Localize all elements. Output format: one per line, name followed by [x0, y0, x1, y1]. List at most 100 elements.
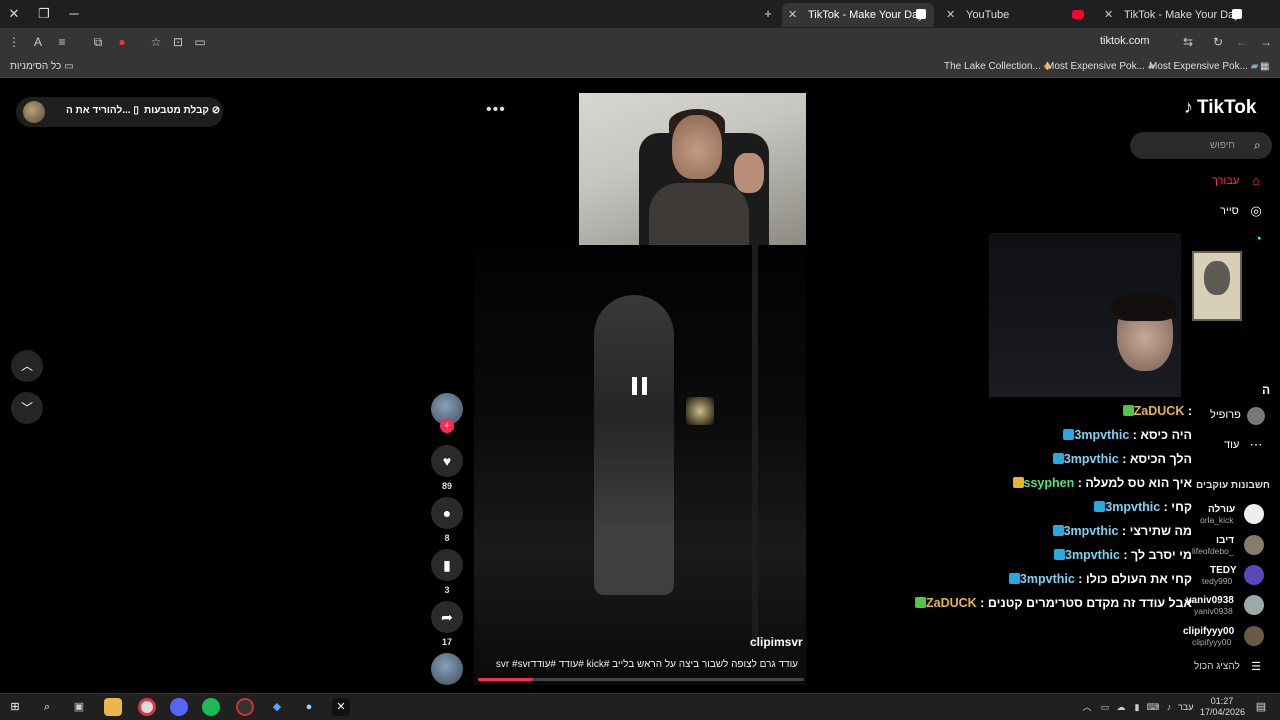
chat-username: ssyphen [1023, 476, 1075, 490]
get-coins-button[interactable]: קבלת מטבעות ⊘ [144, 105, 220, 116]
notifications-icon[interactable]: ▤ [1252, 698, 1270, 716]
bookmark-label: Most Expensive Pok... [1149, 61, 1248, 72]
logo-text: TikTok [1197, 97, 1257, 118]
tiktok-logo[interactable]: ♪ TikTok [1184, 97, 1256, 119]
extensions-icon[interactable]: ⧉ [90, 34, 106, 50]
like-button[interactable]: ♥ [431, 445, 463, 477]
comment-icon: ● [442, 505, 452, 521]
task-view-icon[interactable]: ▣ [70, 698, 88, 716]
share-button[interactable]: ➦ [431, 601, 463, 633]
bookmark-pokemon-2[interactable]: Most Expensive Pok... ▰ [1149, 61, 1258, 72]
close-tab-icon[interactable]: ✕ [1104, 3, 1113, 27]
forward-icon[interactable]: ← [1234, 34, 1250, 50]
chat-username: 3mpvthic [1063, 524, 1119, 538]
chat-text: איך הוא טס למעלה [1085, 476, 1192, 490]
steam-icon[interactable]: ● [300, 698, 318, 716]
bookmark-star-icon[interactable]: ☆ [148, 34, 164, 50]
video-caption: עודד גרם לצופה לשבור ביצה על הראש בלייב … [495, 659, 798, 670]
bookmark-lake-collection[interactable]: The Lake Collection... ◆ [944, 61, 1051, 72]
chat-text: קחי את העולם כולו [1085, 572, 1192, 586]
account-name: עורלה [1208, 504, 1236, 515]
show-all-link[interactable]: להציג הכול [1194, 661, 1240, 672]
site-settings-icon[interactable]: ⇆ [1180, 34, 1196, 50]
close-window-icon[interactable]: ✕ [4, 4, 24, 24]
clock[interactable]: 01:27 17/04/2026 [1200, 696, 1245, 718]
avatar[interactable] [23, 101, 45, 123]
comment-button[interactable]: ● [431, 497, 463, 529]
chat-message: אבל עודד זה מקדם סטרימרים קטנים : ZaDUCK [913, 596, 1192, 610]
video-player[interactable] [474, 245, 806, 685]
nav-more[interactable]: עוד [1224, 439, 1239, 451]
follow-plus-icon[interactable]: + [440, 419, 454, 433]
install-icon[interactable]: ⊡ [170, 34, 186, 50]
pole-shape [752, 245, 758, 645]
language-indicator[interactable]: עבר [1178, 702, 1193, 712]
file-explorer-icon[interactable] [104, 698, 122, 716]
bookmark-label: The Lake Collection... [944, 61, 1041, 72]
download-app-button[interactable]: להוריד את ה... ▯ [66, 105, 139, 116]
chat-message: היה כיסא : 3mpvthic [1061, 428, 1192, 442]
nav-explore[interactable]: סייר [1220, 205, 1239, 217]
account-name: דיבו [1216, 535, 1235, 546]
close-tab-icon[interactable]: ✕ [946, 3, 955, 27]
more-dots-icon: ⋯ [1249, 437, 1263, 452]
profile-avatar[interactable] [1247, 407, 1265, 425]
new-tab-icon[interactable]: + [758, 4, 778, 24]
music-disc-avatar[interactable] [431, 653, 463, 685]
minimize-window-icon[interactable]: ─ [64, 4, 84, 24]
back-icon[interactable]: → [1258, 34, 1274, 50]
menu-icon[interactable]: ⋮ [6, 34, 22, 50]
restore-window-icon[interactable]: ❐ [34, 4, 54, 24]
chat-separator: : [1118, 524, 1130, 538]
chat-separator: : [1160, 500, 1172, 514]
live-icon[interactable]: ◔ [1250, 231, 1266, 247]
pause-icon[interactable] [632, 377, 648, 397]
chat-separator: : [1129, 428, 1141, 442]
save-button[interactable]: ▮ [431, 549, 463, 581]
apps-grid-icon[interactable]: ▦ [1260, 61, 1269, 72]
app-icon[interactable]: ◆ [268, 698, 286, 716]
bookmark-pokemon-1[interactable]: Most Expensive Pok... ▰ [1046, 61, 1155, 72]
like-count: 89 [441, 481, 452, 491]
chrome-icon[interactable] [138, 698, 156, 716]
tab-tiktok[interactable]: ✕ TikTok - Make Your Day [1098, 3, 1250, 27]
tab-youtube[interactable]: ✕ YouTube [940, 3, 1092, 27]
close-tab-icon[interactable]: ✕ [788, 3, 797, 27]
url-text[interactable]: tiktok.com [1100, 35, 1150, 47]
discord-icon[interactable] [170, 698, 188, 716]
nav-for-you[interactable]: עבורך [1212, 175, 1239, 187]
translate-icon[interactable]: A [30, 34, 46, 50]
video-author[interactable]: clipimsvr [750, 635, 803, 649]
cast-icon[interactable]: ▭ [192, 34, 208, 50]
all-bookmarks-link[interactable]: כל הסימניות ▭ [10, 61, 74, 72]
hand-shape [734, 153, 764, 193]
video-progress-bar[interactable] [478, 678, 804, 681]
start-icon[interactable]: ⊞ [6, 698, 24, 716]
extension-icon[interactable]: ● [114, 34, 130, 50]
phone-icon: ▯ [133, 105, 139, 116]
next-video-button[interactable]: ﹀ [11, 392, 43, 424]
search-input[interactable]: חיפוש ⌕ [1130, 132, 1272, 159]
reading-list-icon[interactable]: ≡ [54, 34, 70, 50]
account-name: clipifyyy00 [1183, 626, 1235, 637]
bookmarks-bar: כל הסימניות ▭ The Lake Collection... ◆ M… [0, 56, 1280, 78]
bookmark-label: Most Expensive Pok... [1046, 61, 1145, 72]
spotify-icon[interactable] [202, 698, 220, 716]
chevron-up-icon: ︿ [20, 359, 33, 373]
app-icon[interactable] [236, 698, 254, 716]
capcut-icon[interactable]: ✕ [332, 698, 350, 716]
account-handle: clipifyyy00 [1192, 637, 1232, 647]
search-icon[interactable]: ⌕ [38, 698, 56, 716]
account-handle: orla_kick [1200, 515, 1234, 525]
hair-shape [1111, 291, 1177, 321]
chevron-up-icon[interactable]: ︿ [1078, 698, 1096, 716]
previous-video-button[interactable]: ︿ [11, 350, 43, 382]
tab-tiktok-active[interactable]: ✕ TikTok - Make Your Day [782, 3, 934, 27]
reload-icon[interactable]: ↻ [1210, 34, 1226, 50]
chat-message: קחי את העולם כולו : 3mpvthic [1007, 572, 1192, 586]
get-coins-label: קבלת מטבעות [144, 105, 209, 116]
more-options-icon[interactable]: ••• [486, 101, 506, 119]
nav-profile[interactable]: פרופיל [1210, 409, 1241, 421]
volume-icon[interactable]: ♪ [1160, 698, 1178, 716]
youtube-favicon-icon [1072, 10, 1084, 19]
